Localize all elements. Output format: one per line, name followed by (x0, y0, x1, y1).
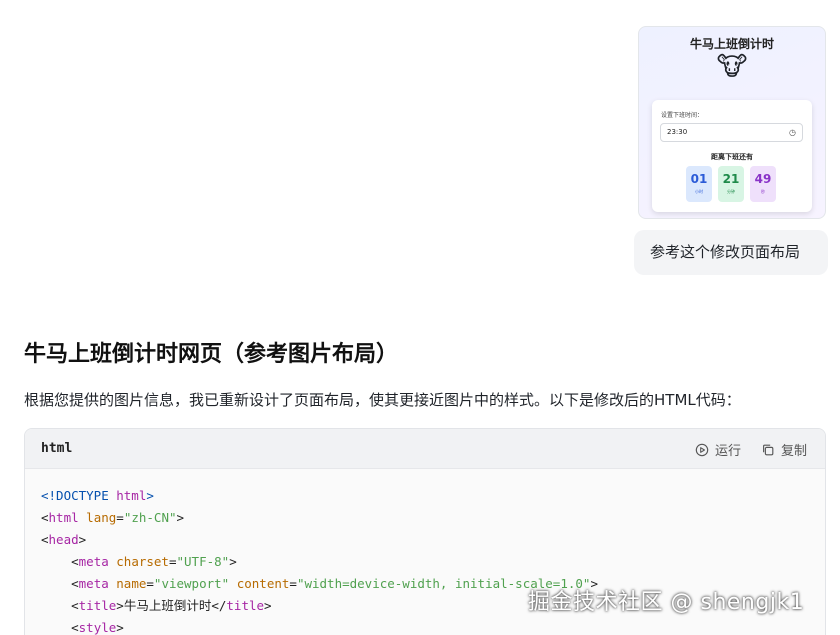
code-actions: 运行 复制 (695, 440, 807, 459)
user-message-bubble: 参考这个修改页面布局 (634, 230, 828, 275)
attachment-time-value: 23:30 (667, 128, 688, 136)
code-token: lang (78, 510, 117, 525)
code-line: <!DOCTYPE html> (41, 485, 825, 507)
code-token: head (48, 532, 79, 547)
code-token: > (146, 488, 154, 503)
code-token: charset (108, 554, 169, 569)
code-line: <meta charset="UTF-8"> (41, 551, 825, 573)
code-token: meta (78, 576, 109, 591)
attachment-time-input: 23:30 ◷ (660, 123, 803, 142)
play-icon (695, 443, 709, 456)
copy-icon (763, 444, 774, 455)
attachment-input-label: 设置下班时间： (661, 112, 704, 119)
countdown-hours-value: 01 (690, 172, 708, 186)
code-token: content (229, 576, 290, 591)
response-intro: 根据您提供的图片信息，我已重新设计了页面布局，使其更接近图片中的样式。以下是修改… (24, 391, 741, 409)
code-token: name (108, 576, 147, 591)
code-token: < (41, 510, 49, 525)
run-button[interactable]: 运行 (695, 440, 741, 459)
watermark-text: 掘金技术社区 @ shengjk1 (528, 590, 805, 615)
code-token: > (116, 620, 124, 635)
countdown-seconds-value: 49 (754, 172, 772, 186)
countdown-hours: 01 小时 (686, 166, 712, 202)
code-token: = (146, 576, 154, 591)
code-token: = (116, 510, 124, 525)
code-token: < (71, 576, 79, 591)
attachment-title: 牛马上班倒计时 (689, 37, 774, 51)
code-token: = (168, 554, 177, 569)
code-token: title (78, 598, 117, 613)
code-token: html (48, 510, 79, 525)
code-token: "zh-CN" (123, 510, 177, 525)
clock-icon: ◷ (789, 128, 796, 137)
code-token: > (264, 598, 272, 613)
code-token: > (78, 532, 87, 547)
countdown-minutes-value: 21 (722, 172, 740, 186)
code-token: style (78, 620, 117, 635)
attachment-card: 设置下班时间： 23:30 ◷ 距离下班还有 01 小时 21 分钟 49 秒 (652, 100, 812, 212)
code-token: < (41, 532, 49, 547)
countdown-seconds-unit: 秒 (761, 189, 765, 194)
countdown-minutes: 21 分钟 (718, 166, 744, 202)
countdown-seconds: 49 秒 (750, 166, 776, 202)
code-token: < (71, 620, 79, 635)
code-token: "viewport" (153, 576, 230, 591)
code-token: title (226, 598, 265, 613)
code-token: > (176, 510, 185, 525)
code-token: = (289, 576, 297, 591)
countdown-hours-unit: 小时 (695, 189, 703, 194)
code-block-header: html 运行 复制 (25, 429, 825, 469)
code-line: <style> (41, 617, 825, 635)
code-token: meta (78, 554, 109, 569)
code-token: <!DOCTYPE (41, 488, 109, 503)
code-token: "UTF-8" (176, 554, 230, 569)
copy-label: 复制 (780, 444, 807, 459)
copy-button[interactable]: 复制 (761, 440, 807, 459)
countdown-boxes: 01 小时 21 分钟 49 秒 (686, 166, 776, 202)
attachment-subtitle: 距离下班还有 (711, 153, 753, 161)
code-language-label: html (41, 441, 73, 456)
response-title: 牛马上班倒计时网页（参考图片布局） (24, 342, 399, 367)
code-token: > (116, 598, 124, 613)
code-line: <head> (41, 529, 825, 551)
cow-emoji-icon: 🐮 (716, 52, 748, 82)
code-token: < (71, 554, 79, 569)
countdown-minutes-unit: 分钟 (727, 189, 735, 194)
code-token: < (71, 598, 79, 613)
run-label: 运行 (714, 444, 741, 459)
code-token: </ (211, 598, 227, 613)
code-token: 牛马上班倒计时 (123, 598, 212, 613)
code-token: > (229, 554, 237, 569)
code-token: html (108, 488, 147, 503)
code-line: <html lang="zh-CN"> (41, 507, 825, 529)
attachment-image[interactable]: 牛马上班倒计时 🐮 设置下班时间： 23:30 ◷ 距离下班还有 01 小时 2… (638, 26, 826, 219)
